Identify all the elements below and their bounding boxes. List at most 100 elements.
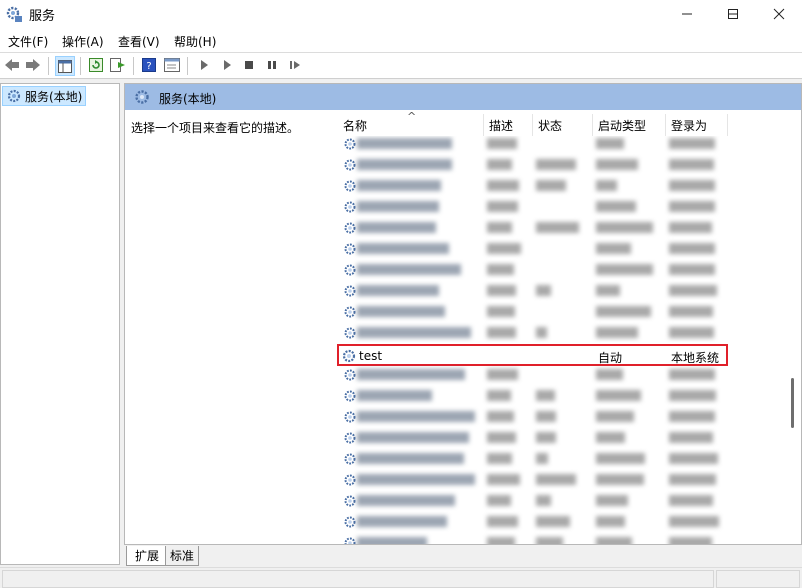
view-tabs: 扩展 标准 [124,546,802,566]
obscured-cell [357,411,475,422]
toolbar-separator [48,57,49,75]
close-icon[interactable] [756,0,802,28]
obscured-cell [487,390,511,401]
tab-standard[interactable]: 标准 [166,546,200,566]
service-row[interactable] [337,490,741,511]
obscured-cell [536,159,576,170]
export-list-icon[interactable] [109,56,127,74]
stop-service-icon[interactable] [240,56,258,74]
description-prompt: 选择一个项目来查看它的描述。 [131,121,300,135]
service-row[interactable] [337,175,741,196]
obscured-cell [487,411,514,422]
pause-service-icon[interactable] [263,56,281,74]
obscured-cell [357,243,449,254]
forward-icon[interactable] [24,56,42,74]
obscured-cell [596,222,653,233]
back-icon[interactable] [3,56,21,74]
column-divider[interactable] [592,114,593,136]
service-row[interactable] [337,385,741,406]
show-hide-tree-icon[interactable] [55,56,75,76]
obscured-cell [596,306,651,317]
column-divider[interactable] [665,114,666,136]
obscured-cell [596,474,644,485]
obscured-cell [536,474,576,485]
sort-ascending-icon: ^ [407,110,417,123]
toolbar-separator [187,57,188,75]
service-row[interactable] [337,364,741,385]
service-row[interactable] [337,469,741,490]
maximize-icon[interactable] [710,0,756,28]
obscured-cell [596,264,653,275]
toolbar-separator [80,57,81,75]
start-service-icon[interactable] [195,56,213,74]
column-startup-type[interactable]: 启动类型 [598,117,646,134]
service-row[interactable] [337,301,741,322]
status-cell [716,570,800,588]
service-row[interactable] [337,259,741,280]
obscured-cell [669,516,719,527]
obscured-cell [596,243,631,254]
services-gear-icon [343,242,357,259]
resume-service-icon[interactable] [286,56,304,74]
obscured-cell [487,306,515,317]
service-row[interactable] [337,280,741,301]
obscured-cell [487,243,521,254]
service-row[interactable] [337,322,741,343]
obscured-cell [536,327,547,338]
obscured-cell [669,495,713,506]
obscured-cell [669,474,716,485]
service-row[interactable] [337,238,741,259]
toolbar-separator [133,57,134,75]
column-logon-as[interactable]: 登录为 [671,117,707,134]
obscured-cell [357,306,445,317]
service-row[interactable] [337,406,741,427]
services-gear-icon [343,494,357,511]
obscured-cell [596,159,638,170]
column-divider[interactable] [483,114,484,136]
refresh-icon[interactable] [87,56,105,74]
service-row[interactable] [337,427,741,448]
obscured-cell [536,411,556,422]
services-gear-icon [343,137,357,154]
column-divider[interactable] [532,114,533,136]
obscured-cell [357,327,471,338]
service-row[interactable] [337,448,741,469]
service-row[interactable] [337,154,741,175]
column-name[interactable]: 名称 [343,117,367,134]
obscured-cell [669,537,712,544]
service-row-test[interactable]: test 自动 本地系统 [337,344,728,366]
service-row[interactable] [337,196,741,217]
column-divider[interactable] [727,114,728,136]
menu-action[interactable]: 操作(A) [62,33,104,50]
services-gear-icon [343,515,357,532]
column-status[interactable]: 状态 [538,117,562,134]
tree-node-services-local[interactable]: 服务(本地) [2,86,87,107]
obscured-cell [669,327,714,338]
menu-file[interactable]: 文件(F) [8,33,48,50]
minimize-button[interactable] [664,0,710,28]
services-gear-icon [343,263,357,280]
services-gear-icon [343,410,357,427]
menu-view[interactable]: 查看(V) [118,33,160,50]
obscured-cell [669,453,718,464]
service-row[interactable] [337,511,741,532]
tab-extended[interactable]: 扩展 [126,546,167,566]
help-icon[interactable]: ? [140,56,158,74]
start-service-alt-icon[interactable] [218,56,236,74]
service-row[interactable] [337,217,741,238]
service-row[interactable] [337,136,741,154]
obscured-cell [357,201,439,212]
service-row[interactable] [337,532,741,544]
services-gear-icon [343,368,357,385]
obscured-cell [669,222,712,233]
column-description[interactable]: 描述 [489,117,513,134]
menu-help[interactable]: 帮助(H) [174,33,216,50]
properties-icon[interactable] [163,56,181,74]
status-cell [2,570,714,588]
services-gear-icon [5,5,23,23]
services-gear-icon [6,88,22,107]
obscured-cell [596,516,625,527]
obscured-cell [596,201,636,212]
vertical-scrollbar[interactable] [791,378,794,428]
obscured-cell [357,138,452,149]
